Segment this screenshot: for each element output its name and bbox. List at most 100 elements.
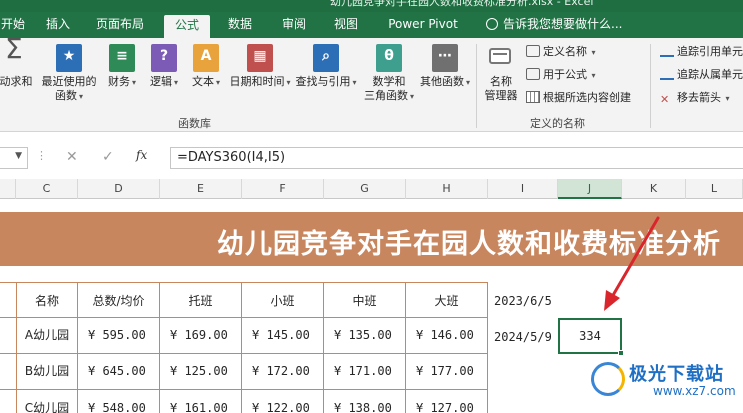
table-cell[interactable]: ¥ 169.00 <box>160 318 242 354</box>
math-trig-button[interactable]: θ 数学和 三角函数 ▾ <box>364 44 414 104</box>
date-cell-i5[interactable]: 2024/5/9 <box>494 330 552 344</box>
defined-names-group-label: 定义的名称 <box>530 117 585 130</box>
ribbon-tab-bar: 开始 插入 页面布局 公式 数据 审阅 视图 Power Pivot 告诉我您想… <box>0 12 743 38</box>
ribbon: Σ 动求和 ★ 最近使用的 函数 ▾ ≡ 财务 ▾ ? 逻辑 ▾ A 文本 ▾ ▦ 日期… <box>0 32 743 132</box>
tab-formulas[interactable]: 公式 <box>164 15 210 38</box>
remove-arrows-icon: ✕ <box>660 93 670 106</box>
lookup-reference-label: 查找与引用 <box>295 75 351 88</box>
tab-page-layout[interactable]: 页面布局 <box>88 12 152 38</box>
table-cell[interactable]: ¥ 548.00 <box>78 390 160 413</box>
table-cell[interactable]: ¥ 161.00 <box>160 390 242 413</box>
enter-icon[interactable]: ✓ <box>102 149 114 165</box>
more-options-icon: ⋮ <box>36 149 47 162</box>
tab-power-pivot[interactable]: Power Pivot <box>380 12 466 38</box>
sigma-icon: Σ <box>5 32 23 65</box>
row-name[interactable]: B幼儿园 <box>17 354 78 390</box>
header-junior[interactable]: 小班 <box>242 282 324 318</box>
financial-button[interactable]: ≡ 财务 ▾ <box>104 44 140 90</box>
cancel-icon[interactable]: ✕ <box>66 149 78 165</box>
column-header-k[interactable]: K <box>622 179 686 199</box>
text-button[interactable]: A 文本 ▾ <box>188 44 224 90</box>
header-name[interactable]: 名称 <box>17 282 78 318</box>
selected-cell-j5[interactable]: 334 <box>558 318 624 356</box>
name-manager-label-2: 管理器 <box>484 89 518 102</box>
table-cell[interactable]: ¥ 122.00 <box>242 390 324 413</box>
create-from-selection-button[interactable]: 根据所选内容创建 <box>526 89 631 107</box>
column-header-i[interactable]: I <box>488 179 558 199</box>
chevron-down-icon: ▾ <box>723 94 730 103</box>
date-time-label: 日期和时间 <box>229 75 285 88</box>
date-time-button[interactable]: ▦ 日期和时间 ▾ <box>228 44 292 90</box>
table-cell[interactable]: ¥ 125.00 <box>160 354 242 390</box>
table-cell[interactable]: ¥ 135.00 <box>324 318 406 354</box>
row-name[interactable]: C幼儿园 <box>17 390 78 413</box>
autosum-button[interactable]: Σ 动求和 <box>0 32 36 89</box>
recently-used-button[interactable]: ★ 最近使用的 函数 ▾ <box>38 44 100 104</box>
chevron-down-icon: ▾ <box>131 78 136 87</box>
table-cell[interactable] <box>0 318 17 354</box>
define-name-button[interactable]: 定义名称 ▾ <box>526 43 596 61</box>
chevron-down-icon: ▼ <box>15 151 22 161</box>
question-book-icon: ? <box>151 44 177 72</box>
tab-view[interactable]: 视图 <box>328 12 364 38</box>
table-cell[interactable]: ¥ 145.00 <box>242 318 324 354</box>
title-bar: 幼儿园竞争对手在园人数和收费标准分析.xlsx - Excel <box>0 0 743 12</box>
more-functions-label: 其他函数 <box>419 75 464 88</box>
column-header-d[interactable]: D <box>78 179 160 199</box>
more-functions-book-icon: ⋯ <box>432 44 458 72</box>
watermark: 极光下载站 www.xz7.com <box>585 358 743 408</box>
table-cell[interactable]: ¥ 138.00 <box>324 390 406 413</box>
tell-me-box[interactable]: 告诉我您想要做什么... <box>486 12 622 38</box>
group-separator <box>650 44 651 128</box>
table-cell[interactable]: ¥ 645.00 <box>78 354 160 390</box>
column-header-l[interactable]: L <box>686 179 743 199</box>
trace-precedents-icon <box>660 45 674 57</box>
math-trig-label: 数学和 <box>372 75 406 88</box>
chevron-down-icon: ▾ <box>465 78 470 87</box>
header-nursery[interactable]: 托班 <box>160 282 242 318</box>
header-senior[interactable]: 大班 <box>406 282 488 318</box>
tab-insert[interactable]: 插入 <box>40 12 76 38</box>
name-manager-label: 名称 <box>490 75 512 88</box>
tab-review[interactable]: 审阅 <box>276 12 312 38</box>
table-cell[interactable] <box>0 390 17 413</box>
column-header-g[interactable]: G <box>324 179 406 199</box>
table-cell[interactable]: ¥ 172.00 <box>242 354 324 390</box>
name-box[interactable]: ▼ <box>0 147 28 169</box>
chevron-down-icon: ▾ <box>173 78 178 87</box>
column-header-h[interactable]: H <box>406 179 488 199</box>
tab-data[interactable]: 数据 <box>222 12 258 38</box>
table-cell[interactable]: ¥ 171.00 <box>324 354 406 390</box>
row-name[interactable]: A幼儿园 <box>17 318 78 354</box>
column-header-e[interactable]: E <box>160 179 242 199</box>
table-cell[interactable] <box>0 354 17 390</box>
more-functions-button[interactable]: ⋯ 其他函数 ▾ <box>418 44 472 90</box>
column-header-f[interactable]: F <box>242 179 324 199</box>
column-header-c[interactable]: C <box>16 179 78 199</box>
use-in-formula-button[interactable]: 用于公式 ▾ <box>526 66 596 84</box>
date-cell-i4[interactable]: 2023/6/5 <box>494 294 552 308</box>
logical-button[interactable]: ? 逻辑 ▾ <box>146 44 182 90</box>
header-total-avg[interactable]: 总数/均价 <box>78 282 160 318</box>
trace-dependents-button[interactable]: 追踪从属单元 <box>660 66 743 84</box>
chevron-down-icon: ▾ <box>589 48 596 57</box>
table-cell[interactable]: ¥ 177.00 <box>406 354 488 390</box>
name-manager-button[interactable]: 名称 管理器 <box>480 44 522 103</box>
remove-arrows-button[interactable]: ✕ 移去箭头 ▾ <box>660 89 730 107</box>
trace-precedents-button[interactable]: 追踪引用单元 <box>660 43 743 61</box>
title-banner: 幼儿园竞争对手在园人数和收费标准分析 <box>0 212 743 266</box>
table-cell[interactable] <box>0 282 17 318</box>
table-cell[interactable]: ¥ 146.00 <box>406 318 488 354</box>
window-title: 幼儿园竞争对手在园人数和收费标准分析.xlsx - Excel <box>330 0 594 8</box>
header-middle[interactable]: 中班 <box>324 282 406 318</box>
lookup-reference-button[interactable]: ⌕ 查找与引用 ▾ <box>294 44 358 90</box>
insert-function-icon[interactable]: fx <box>136 148 147 162</box>
table-cell[interactable]: ¥ 595.00 <box>78 318 160 354</box>
table-cell[interactable]: ¥ 127.00 <box>406 390 488 413</box>
column-header-j[interactable]: J <box>558 179 622 199</box>
chevron-down-icon: ▾ <box>78 92 83 101</box>
formula-input[interactable]: =DAYS360(I4,I5) <box>170 147 743 169</box>
fill-handle[interactable] <box>618 350 624 356</box>
column-header-b[interactable] <box>0 179 16 199</box>
aurora-logo-icon <box>591 362 625 396</box>
